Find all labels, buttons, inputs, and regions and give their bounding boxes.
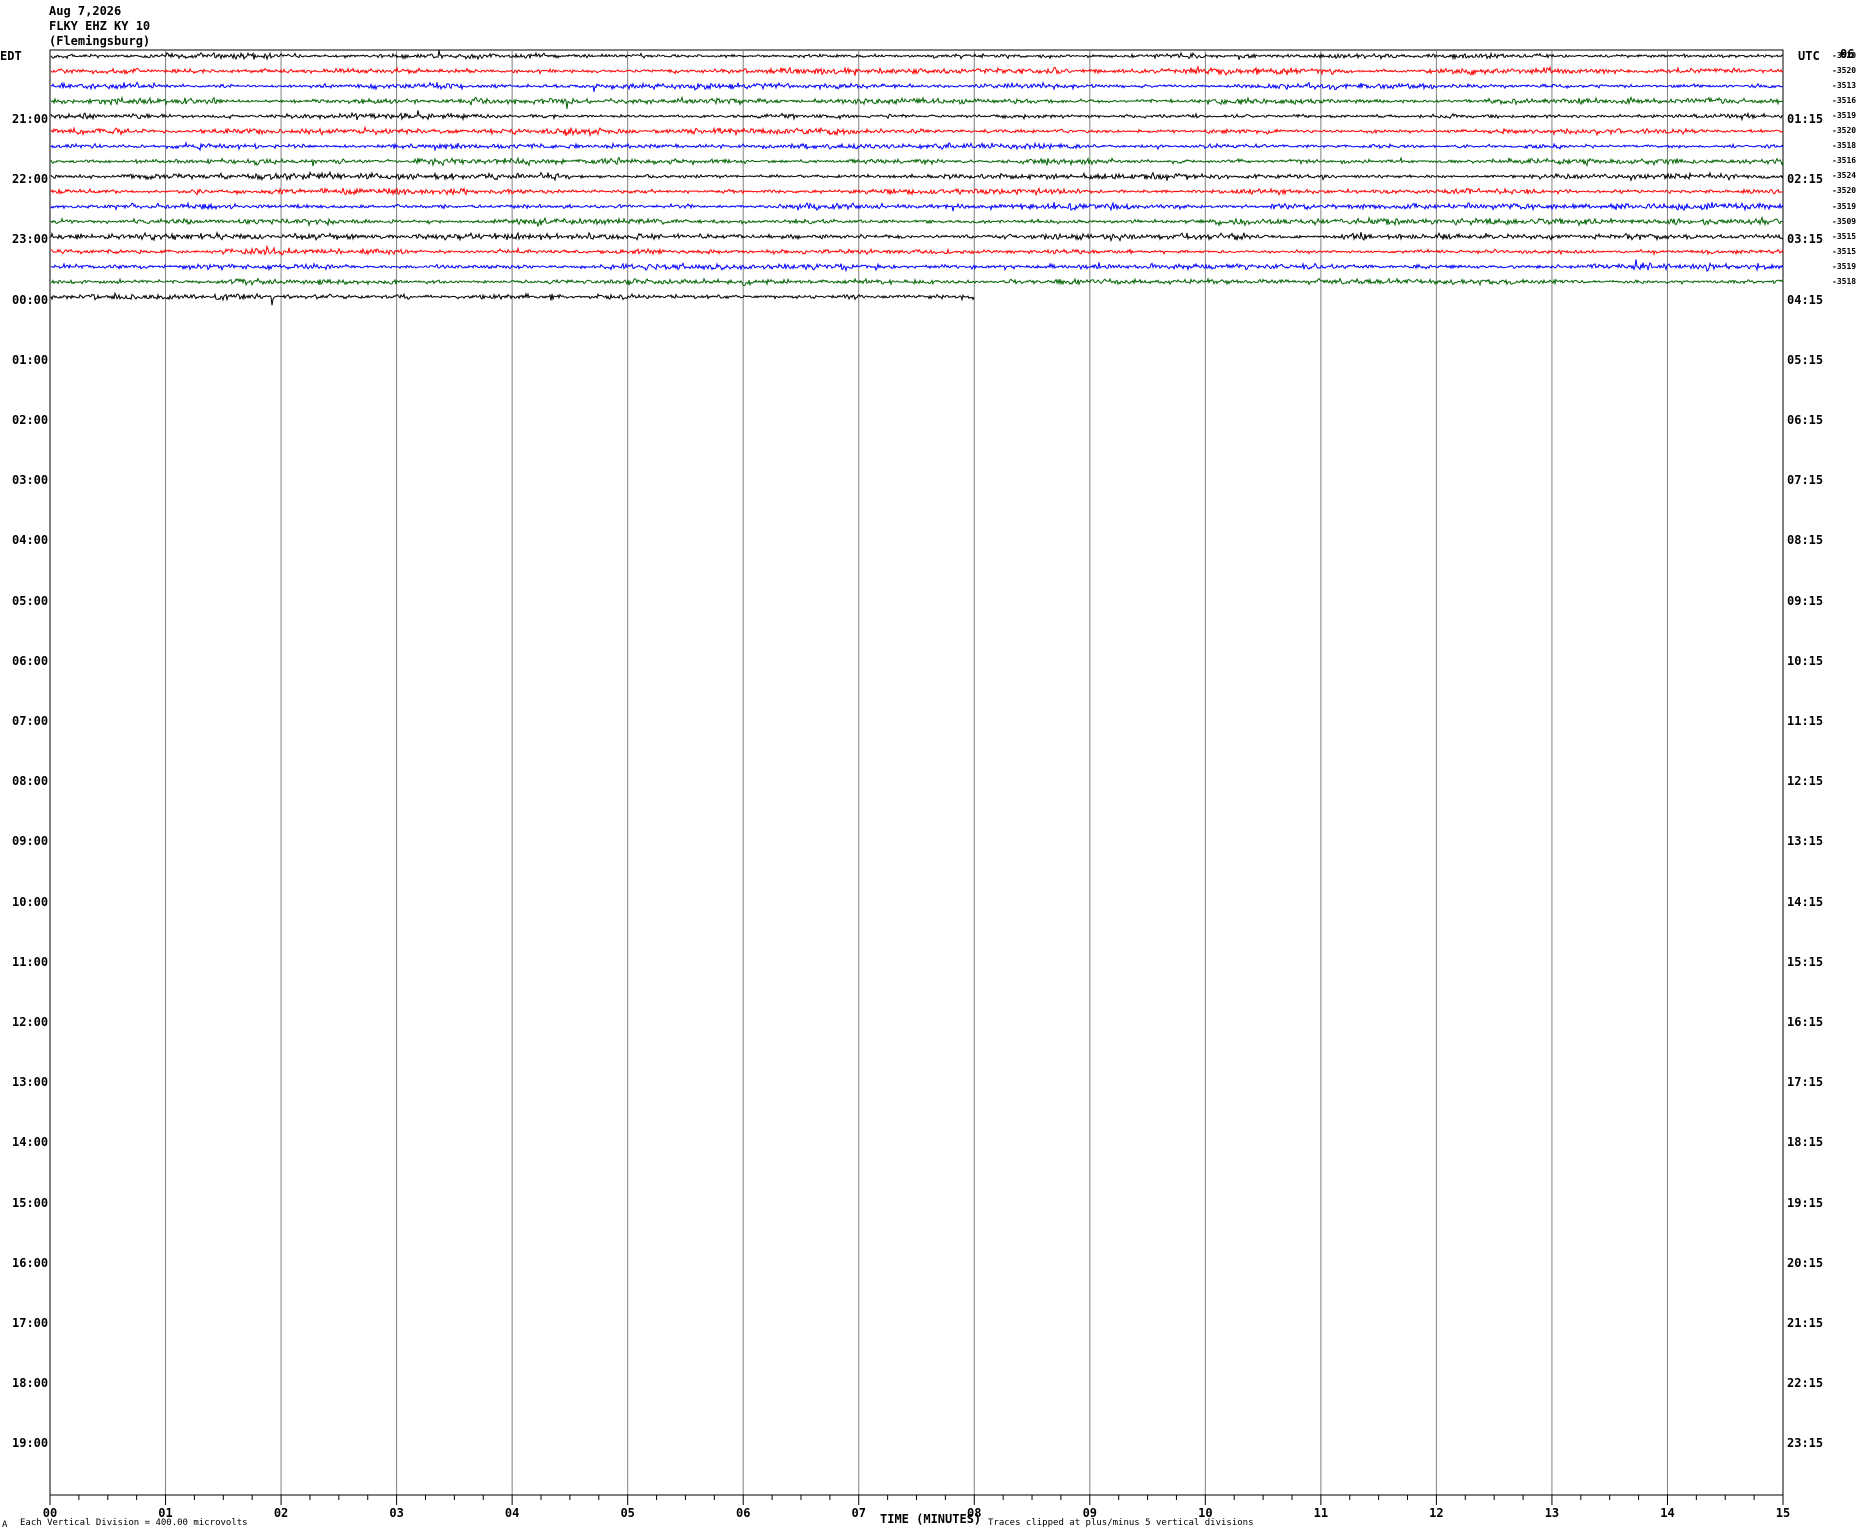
hour-label-edt: 09:00 [12,834,49,849]
hour-label-edt: 22:00 [12,172,49,187]
clip-note: Traces clipped at plus/minus 5 vertical … [988,1518,1254,1528]
x-tick-label: 12 [1429,1506,1443,1520]
hour-label-utc: 02:15 [1787,172,1824,187]
hour-label-utc: 12:15 [1787,774,1824,789]
trace-offset-label: -3519 [1832,201,1857,211]
seismic-trace [50,156,1784,168]
x-tick-label: 06 [736,1506,750,1520]
trace-offset-label: -3513 [1832,81,1857,91]
seismic-trace [50,110,1784,122]
hour-label-edt: 06:00 [12,653,49,668]
hour-label-utc: 16:15 [1787,1015,1824,1029]
hour-label-edt: 17:00 [12,1316,49,1330]
seismic-trace [50,170,1784,182]
hour-label-edt: 07:00 [12,714,49,728]
seismic-trace [50,244,1784,256]
trace-offset-label: -3520 [1832,51,1857,60]
hour-label-edt: 01:00 [12,352,49,367]
hour-label-utc: 13:15 [1787,834,1824,849]
trace-offset-label: -3519 [1832,261,1857,271]
vertical-division-note: Each Vertical Division = 400.00 microvol… [20,1518,248,1528]
left-timezone: EDT [0,49,22,63]
seismic-trace [50,125,1784,138]
x-tick-label: 07 [852,1506,866,1520]
seismic-trace [50,201,1784,212]
hour-label-utc: 18:15 [1787,1135,1824,1150]
hour-label-edt: 14:00 [12,1135,49,1150]
x-tick-label: 05 [620,1506,634,1520]
hour-label-utc: 05:15 [1787,352,1824,367]
x-axis-title: TIME (MINUTES) [880,1512,982,1526]
seismic-trace [50,141,1784,152]
hour-label-edt: 02:00 [12,413,49,427]
trace-offset-label: -3516 [1832,96,1857,106]
hour-label-edt: 04:00 [12,533,49,548]
trace-offset-label: -3518 [1832,141,1857,151]
hour-label-edt: 23:00 [12,232,49,247]
x-tick-label: 04 [505,1506,519,1520]
trace-offset-label: -3516 [1832,156,1857,166]
hour-label-utc: 09:15 [1787,593,1824,608]
seismic-trace [50,259,1784,273]
seismic-trace [50,215,1784,228]
right-timezone: UTC [1798,49,1820,63]
hour-label-utc: 23:15 [1787,1436,1824,1451]
hour-label-utc: 19:15 [1787,1195,1824,1210]
plot-date: Aug 7,2026 [49,4,122,18]
hour-label-edt: 00:00 [12,292,49,307]
hour-label-edt: 13:00 [12,1075,49,1090]
x-tick-label: 13 [1545,1506,1559,1520]
corner-mark: A [2,1520,8,1530]
hour-label-utc: 03:15 [1787,232,1824,247]
x-tick-label: 03 [389,1506,403,1520]
hour-label-edt: 15:00 [12,1195,49,1210]
trace-offset-label: -3520 [1832,186,1857,196]
hour-label-edt: 05:00 [12,593,49,608]
hour-label-utc: 04:15 [1787,292,1824,307]
seismic-trace [50,50,1784,61]
hour-label-utc: 01:15 [1787,112,1824,126]
seismic-trace [50,95,1784,109]
hour-label-edt: 11:00 [12,954,49,969]
hour-label-edt: 03:00 [12,473,49,488]
trace-offset-label: -3515 [1832,246,1857,256]
station-name: FLKY EHZ KY 10 [49,19,151,33]
hour-label-utc: 10:15 [1787,653,1824,668]
helicorder-plot: 00 01 02 03 04 05 06 07 08 09 10 11 12 13 14 15 [43,49,1790,1520]
x-tick-label: 11 [1314,1506,1328,1520]
seismic-trace [50,65,1784,77]
trace-offset-label: -3518 [1832,276,1857,286]
x-tick-label: 14 [1660,1506,1674,1520]
hour-label-utc: 14:15 [1787,894,1824,909]
hour-label-edt: 19:00 [12,1436,49,1451]
trace-offset-label: -3515 [1832,231,1857,241]
hour-label-utc: 21:15 [1787,1316,1824,1330]
hour-label-edt: 18:00 [12,1376,49,1391]
hour-label-edt: 08:00 [12,774,49,789]
trace-offset-label: -3520 [1832,126,1857,136]
hour-label-edt: 10:00 [12,894,49,909]
hour-label-utc: 11:15 [1787,714,1824,728]
hour-label-utc: 07:15 [1787,473,1824,488]
trace-offset-label: -3520 [1832,66,1857,76]
seismic-trace [50,81,1784,92]
hour-label-utc: 20:15 [1787,1255,1824,1270]
hour-label-utc: 06:15 [1787,413,1824,427]
x-tick-label: 15 [1776,1506,1790,1520]
seismic-trace [50,186,1784,197]
trace-offset-label: -3509 [1832,216,1857,226]
seismic-trace [50,230,1784,243]
trace-offset-label: -3519 [1832,111,1857,121]
hour-label-edt: 16:00 [12,1255,49,1270]
hour-label-edt: 21:00 [12,112,49,126]
hour-label-utc: 22:15 [1787,1376,1824,1391]
hour-label-utc: 15:15 [1787,954,1824,969]
hour-label-utc: 17:15 [1787,1075,1824,1090]
station-location: (Flemingsburg) [49,34,151,48]
seismic-trace [50,277,1784,287]
x-tick-label: 02 [274,1506,288,1520]
hour-label-edt: 12:00 [12,1015,49,1029]
hour-label-utc: 08:15 [1787,533,1824,548]
trace-offset-label: -3524 [1832,171,1857,181]
